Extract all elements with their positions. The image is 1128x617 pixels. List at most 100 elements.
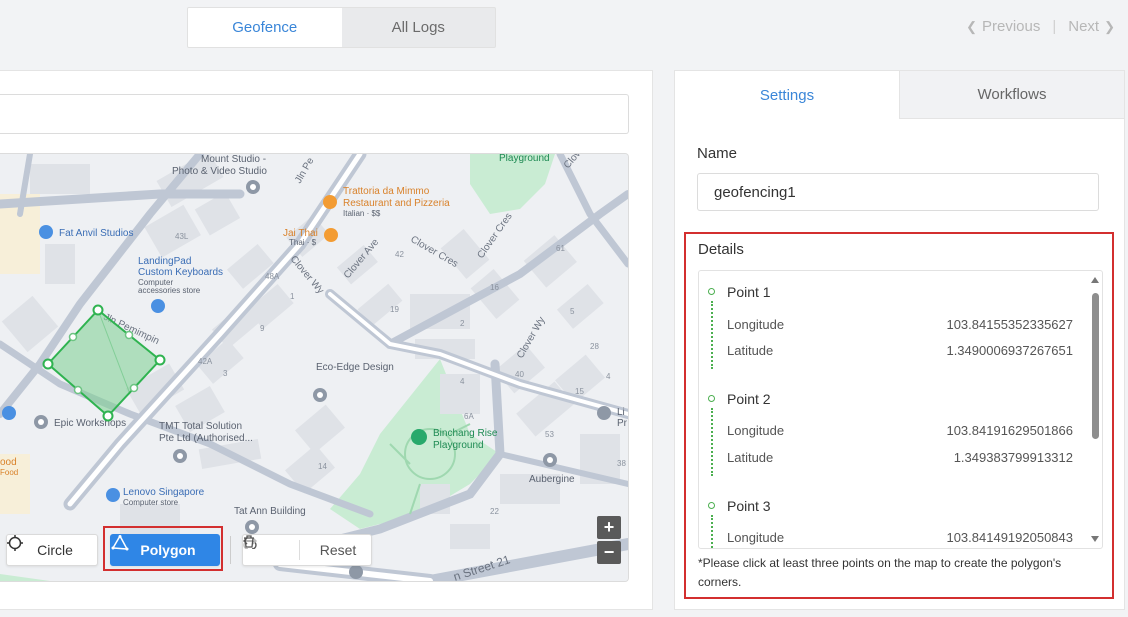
svg-text:40: 40 [515,370,524,379]
point-title: Point 2 [727,391,771,407]
svg-text:48A: 48A [265,272,280,281]
zoom-controls: + − [597,516,621,564]
list-item: Point 2 Longitude 103.84191629501866 Lat… [699,378,1102,485]
svg-text:19: 19 [390,305,399,314]
svg-text:28: 28 [590,342,599,351]
next-button[interactable]: Next [1068,18,1099,35]
svg-text:Italian · $$: Italian · $$ [343,209,381,218]
svg-text:38: 38 [617,459,626,468]
pager: ❮ Previous | Next ❯ [961,18,1120,35]
scroll-down-icon[interactable] [1091,536,1099,542]
svg-text:61: 61 [556,244,565,253]
svg-text:Eco-Edge Design: Eco-Edge Design [316,362,394,373]
points-list[interactable]: Point 1 Longitude 103.84155352335627 Lat… [698,270,1103,549]
svg-text:ood: ood [0,457,17,468]
svg-text:42: 42 [395,250,404,259]
circle-tool-button[interactable]: Circle [6,534,98,566]
chevron-right-icon: ❯ [1104,18,1115,34]
svg-text:Tat Ann Building: Tat Ann Building [234,506,306,517]
svg-text:Lenovo Singapore: Lenovo Singapore [123,487,205,498]
longitude-row: Longitude 103.84149192050843 [727,530,1073,545]
tab-settings[interactable]: Settings [675,71,899,119]
latitude-row: Latitude 1.349383799913312 [727,450,1073,465]
svg-text:43L: 43L [175,232,189,241]
svg-text:5: 5 [570,307,575,316]
scroll-up-icon[interactable] [1091,277,1099,283]
latitude-value: 1.3490006937267651 [946,343,1073,358]
svg-text:9: 9 [260,324,265,333]
svg-text:6A: 6A [464,412,474,421]
svg-text:42A: 42A [198,357,213,366]
tool-divider [230,536,231,564]
point-marker-icon [708,502,715,509]
svg-text:Binchang Rise: Binchang Rise [433,428,498,439]
svg-text:16: 16 [490,283,499,292]
longitude-value: 103.84149192050843 [946,530,1073,545]
details-label: Details [698,241,744,258]
longitude-label: Longitude [727,423,785,438]
map-graphic: Mount Studio - Photo & Video Studio Trat… [0,154,628,581]
svg-text:4: 4 [460,377,465,386]
svg-text:Aubergine: Aubergine [529,474,575,485]
point-title: Point 1 [727,284,771,300]
svg-text:Trattoria da Mimmo: Trattoria da Mimmo [343,186,430,197]
list-item: Point 1 Longitude 103.84155352335627 Lat… [699,271,1102,378]
point-connector [711,301,713,369]
tab-all-logs[interactable]: All Logs [342,8,496,47]
points-scrollbar[interactable] [1090,277,1100,542]
svg-text:22: 22 [490,507,499,516]
svg-text:53: 53 [545,430,554,439]
longitude-row: Longitude 103.84155352335627 [727,317,1073,332]
polygon-help-text: *Please click at least three points on t… [698,556,1062,589]
svg-text:Food: Food [0,468,18,477]
list-item: Point 3 Longitude 103.84149192050843 [699,485,1102,548]
redo-icon[interactable] [243,535,299,565]
point-marker-icon [708,395,715,402]
zoom-out-button[interactable]: − [597,541,621,564]
svg-text:Epic Workshops: Epic Workshops [54,418,126,429]
svg-text:Computer store: Computer store [123,498,179,507]
tab-geofence[interactable]: Geofence [188,8,342,47]
reset-label: Reset [319,542,357,558]
zoom-in-button[interactable]: + [597,516,621,539]
edit-toolbar: Reset [242,534,372,566]
point-marker-icon [708,288,715,295]
name-field[interactable] [697,173,1099,211]
reset-button[interactable]: Reset [244,535,371,565]
svg-text:Pte Ltd (Authorised...: Pte Ltd (Authorised... [159,433,253,444]
svg-text:Playground: Playground [433,440,484,451]
svg-text:1: 1 [290,292,295,301]
longitude-value: 103.84191629501866 [946,423,1073,438]
svg-text:Restaurant and Pizzeria: Restaurant and Pizzeria [343,198,450,209]
svg-text:Playground: Playground [499,154,550,164]
svg-text:Thai · $: Thai · $ [289,238,317,247]
svg-text:Fat Anvil Studios: Fat Anvil Studios [59,228,133,239]
settings-tab-bar: Settings Workflows [675,71,1124,119]
latitude-row: Latitude 1.3490006937267651 [727,343,1073,358]
polygon-highlight-frame [103,526,223,571]
svg-text:Mount Studio -: Mount Studio - [201,154,266,165]
svg-text:LandingPad: LandingPad [138,256,191,267]
longitude-row: Longitude 103.84191629501866 [727,423,1073,438]
svg-text:4: 4 [606,372,611,381]
previous-button[interactable]: Previous [982,18,1040,35]
svg-text:14: 14 [318,462,327,471]
svg-text:TMT Total Solution: TMT Total Solution [159,421,242,432]
pager-divider: | [1052,18,1057,35]
top-tab-bar: Geofence All Logs [187,7,496,48]
svg-text:2: 2 [460,319,465,328]
scroll-thumb[interactable] [1092,293,1099,439]
chevron-left-icon: ❮ [966,18,977,34]
latitude-label: Latitude [727,343,774,358]
latitude-label: Latitude [727,450,774,465]
longitude-label: Longitude [727,530,785,545]
settings-panel: Settings Workflows Name Details Point 1 … [674,70,1125,610]
point-title: Point 3 [727,498,771,514]
svg-text:15: 15 [575,387,584,396]
latitude-value: 1.349383799913312 [953,450,1073,465]
longitude-label: Longitude [727,317,785,332]
details-section: Details Point 1 Longitude 103.8415535233… [684,232,1114,599]
map-canvas[interactable]: Mount Studio - Photo & Video Studio Trat… [0,153,629,582]
tab-workflows[interactable]: Workflows [899,71,1124,119]
map-search-input[interactable] [0,94,629,134]
